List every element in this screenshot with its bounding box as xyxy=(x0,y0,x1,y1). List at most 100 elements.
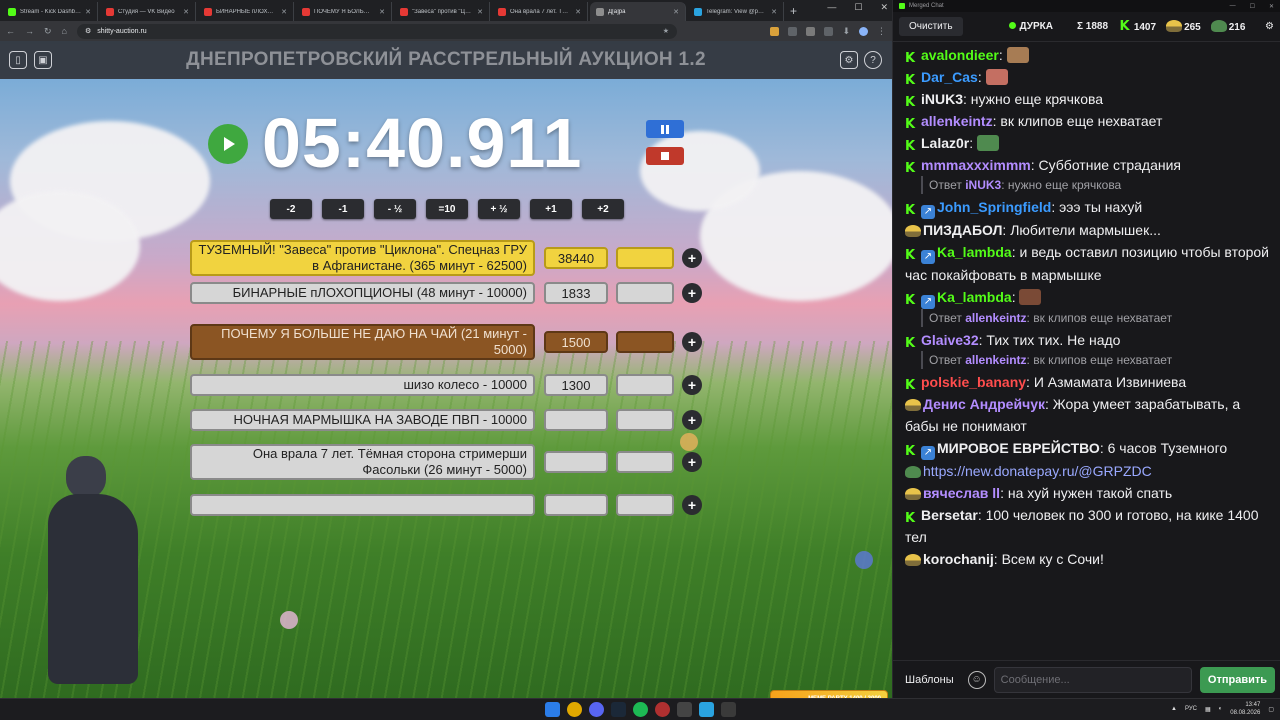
telegram-icon[interactable] xyxy=(699,702,714,717)
time-step-button[interactable]: +2 xyxy=(582,199,624,219)
menu-kebab-icon[interactable]: ⋮ xyxy=(877,26,886,37)
browser-tab[interactable]: Stream - Kick Dashboard ✕ xyxy=(2,2,98,21)
lot-add-button[interactable]: + xyxy=(682,495,702,515)
extension-icon[interactable] xyxy=(806,26,816,36)
lot-extra-amount-field[interactable] xyxy=(616,494,674,516)
lot-add-button[interactable]: + xyxy=(682,410,702,430)
app-icon[interactable] xyxy=(721,702,736,717)
play-button[interactable] xyxy=(208,124,248,164)
chat-username[interactable]: МИРОВОЕ ЕВРЕЙСТВО xyxy=(937,440,1100,456)
lot-add-button[interactable]: + xyxy=(682,332,702,352)
chat-username[interactable]: Ka_lambda xyxy=(937,244,1012,260)
lot-name-field[interactable] xyxy=(190,494,535,516)
chat-username[interactable]: allenkeintz xyxy=(921,113,993,129)
browser-tab[interactable]: БИНАРНЫЕ пЛОХОП... ✕ xyxy=(198,2,294,21)
maximize-icon[interactable]: ☐ xyxy=(1250,3,1255,10)
network-icon[interactable]: ▦ xyxy=(1205,706,1211,713)
reply-username[interactable]: allenkeintz xyxy=(965,353,1026,367)
back-icon[interactable]: ← xyxy=(6,26,15,36)
lot-extra-amount-field[interactable] xyxy=(616,451,674,473)
reply-username[interactable]: iNUK3 xyxy=(965,178,1001,192)
lot-name-field[interactable]: ТУЗЕМНЫЙ! "Завеса" против "Циклона". Спе… xyxy=(190,240,535,276)
time-step-button[interactable]: -2 xyxy=(270,199,312,219)
templates-button[interactable]: Шаблоны xyxy=(899,670,960,690)
clock[interactable]: 13:47 08.08.2026 xyxy=(1230,701,1260,717)
lot-add-button[interactable]: + xyxy=(682,452,702,472)
chat-username[interactable]: Ka_lambda xyxy=(937,289,1012,305)
time-step-button[interactable]: + ½ xyxy=(478,199,520,219)
lot-add-button[interactable]: + xyxy=(682,283,702,303)
stop-button[interactable] xyxy=(646,147,684,165)
chat-username[interactable]: iNUK3 xyxy=(921,91,963,107)
tab-close-icon[interactable]: ✕ xyxy=(771,8,777,16)
browser-tab[interactable]: Студия — VK Видео ✕ xyxy=(100,2,196,21)
chat-username[interactable]: Dar_Cas xyxy=(921,69,978,85)
extension-icon[interactable] xyxy=(788,26,798,36)
pause-button[interactable] xyxy=(646,120,684,138)
spotify-icon[interactable] xyxy=(633,702,648,717)
reply-username[interactable]: allenkeintz xyxy=(965,311,1026,325)
profile-avatar[interactable] xyxy=(859,26,868,36)
minimize-icon[interactable]: — xyxy=(1230,3,1236,10)
close-icon[interactable]: ✕ xyxy=(880,2,888,13)
chat-username[interactable]: John_Springfield xyxy=(937,199,1051,215)
tab-close-icon[interactable]: ✕ xyxy=(477,8,483,16)
steam-icon[interactable] xyxy=(611,702,626,717)
tab-close-icon[interactable]: ✕ xyxy=(575,8,581,16)
chat-username[interactable]: Денис Андрейчук xyxy=(923,396,1045,412)
settings-gear-icon[interactable]: ⚙ xyxy=(1265,21,1274,32)
lot-extra-amount-field[interactable] xyxy=(616,374,674,396)
obs-icon[interactable] xyxy=(655,702,670,717)
lot-name-field[interactable]: Она врала 7 лет. Тёмная сторона стримерш… xyxy=(190,444,535,480)
lot-amount-field[interactable]: 1833 xyxy=(544,282,608,304)
new-tab-button[interactable]: + xyxy=(790,2,797,21)
chevron-up-icon[interactable]: ▲ xyxy=(1171,706,1177,712)
browser-tab[interactable]: ПОЧЕМУ Я БОЛЬШЕ... ✕ xyxy=(296,2,392,21)
time-step-button[interactable]: -1 xyxy=(322,199,364,219)
browser-tab[interactable]: Telegram: View @pod... ✕ xyxy=(688,2,784,21)
notification-icon[interactable]: ▢ xyxy=(1268,706,1274,713)
lot-extra-amount-field[interactable] xyxy=(616,247,674,269)
lot-extra-amount-field[interactable] xyxy=(616,282,674,304)
time-step-button[interactable]: - ½ xyxy=(374,199,416,219)
app-icon[interactable] xyxy=(677,702,692,717)
lot-name-field[interactable]: БИНАРНЫЕ пЛОХОПЦИОНЫ (48 минут - 10000) xyxy=(190,282,535,304)
chat-username[interactable]: avalondieer xyxy=(921,47,999,63)
tab-close-icon[interactable]: ✕ xyxy=(281,8,287,16)
address-bar[interactable]: ⚙ shitty-auction.ru ★ xyxy=(76,23,677,39)
lot-amount-field[interactable]: 1300 xyxy=(544,374,608,396)
tab-close-icon[interactable]: ✕ xyxy=(379,8,385,16)
lot-extra-amount-field[interactable] xyxy=(616,409,674,431)
browser-tab[interactable]: "Завеса" против "Ци... ✕ xyxy=(394,2,490,21)
bookmark-star-icon[interactable]: ★ xyxy=(663,27,669,35)
sidebar-toggle-icon[interactable]: ▯ xyxy=(9,51,27,69)
home-icon[interactable]: ⌂ xyxy=(62,26,67,36)
lot-add-button[interactable]: + xyxy=(682,248,702,268)
time-step-button[interactable]: =10 xyxy=(426,199,468,219)
lot-name-field[interactable]: НОЧНАЯ МАРМЫШКА НА ЗАВОДЕ ПВП - 10000 xyxy=(190,409,535,431)
tab-close-icon[interactable]: ✕ xyxy=(85,8,91,16)
help-icon[interactable]: ? xyxy=(864,51,882,69)
save-icon[interactable]: ▣ xyxy=(34,51,52,69)
emoji-icon[interactable]: ☺ xyxy=(967,670,986,689)
volume-icon[interactable]: ◐ xyxy=(1219,706,1223,712)
time-step-button[interactable]: +1 xyxy=(530,199,572,219)
reload-icon[interactable]: ↻ xyxy=(44,26,52,37)
chat-username[interactable]: ПИЗДАБОЛ xyxy=(923,222,1002,238)
browser-tab[interactable]: Д[а]ра ✕ xyxy=(590,2,686,21)
chat-username[interactable]: Glaive32 xyxy=(921,332,979,348)
tab-close-icon[interactable]: ✕ xyxy=(673,8,679,16)
send-button[interactable]: Отправить xyxy=(1199,666,1275,693)
chat-username[interactable]: Lalaz0r xyxy=(921,135,969,151)
lot-name-field[interactable]: ПОЧЕМУ Я БОЛЬШЕ НЕ ДАЮ НА ЧАЙ (21 минут … xyxy=(190,324,535,360)
settings-gear-icon[interactable]: ⚙ xyxy=(840,51,858,69)
site-info-icon[interactable]: ⚙ xyxy=(85,27,91,35)
lot-amount-field[interactable] xyxy=(544,409,608,431)
lot-amount-field[interactable] xyxy=(544,494,608,516)
clear-button[interactable]: Очистить xyxy=(899,17,963,36)
download-icon[interactable]: ⬇ xyxy=(842,26,850,37)
lot-amount-field[interactable]: 1500 xyxy=(544,331,608,353)
chat-username[interactable]: korochanij xyxy=(923,551,994,567)
message-input[interactable] xyxy=(993,666,1192,693)
lot-name-field[interactable]: шизо колесо - 10000 xyxy=(190,374,535,396)
